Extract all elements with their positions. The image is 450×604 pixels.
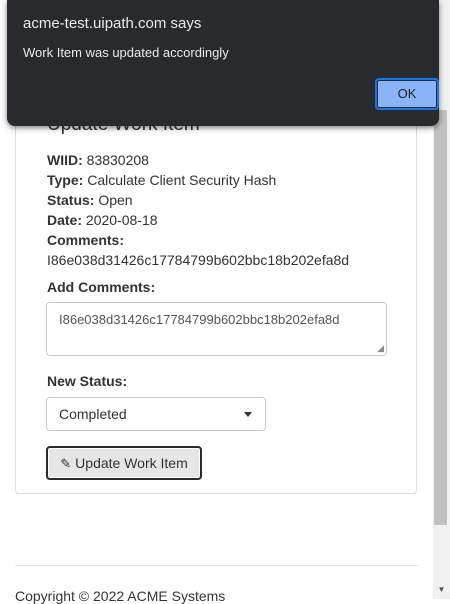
new-status-select[interactable]: Completed <box>46 397 266 431</box>
dialog-message: Work Item was updated accordingly <box>23 45 229 60</box>
add-comments-textarea[interactable]: I86e038d31426c17784799b602bbc18b202efa8d… <box>46 302 387 356</box>
alert-dialog: acme-test.uipath.com says Work Item was … <box>7 0 439 126</box>
status-value: Open <box>98 192 133 208</box>
type-label: Type: <box>47 172 84 188</box>
pencil-icon: ✎ <box>60 456 72 471</box>
update-work-item-button[interactable]: ✎ Update Work Item <box>46 446 202 480</box>
new-status-label: New Status: <box>47 373 128 389</box>
dialog-title: acme-test.uipath.com says <box>23 15 202 32</box>
scroll-down-arrow-icon[interactable]: ▼ <box>433 583 450 597</box>
add-comments-label: Add Comments: <box>47 279 156 295</box>
date-label: Date: <box>47 212 83 228</box>
footer-copyright: Copyright © 2022 ACME Systems <box>15 588 226 604</box>
add-comments-value: I86e038d31426c17784799b602bbc18b202efa8d <box>59 312 340 327</box>
work-item-details: WIID: 83830208 Type: Calculate Client Se… <box>47 150 349 270</box>
comments-label: Comments: <box>47 232 125 248</box>
type-value: Calculate Client Security Hash <box>87 172 277 188</box>
comments-value: I86e038d31426c17784799b602bbc18b202efa8d <box>47 252 350 268</box>
ok-button[interactable]: OK <box>375 78 439 110</box>
chevron-down-icon <box>244 412 252 417</box>
wiid-label: WIID: <box>47 152 83 168</box>
wiid-value: 83830208 <box>86 152 149 168</box>
footer-divider <box>15 565 419 566</box>
date-value: 2020-08-18 <box>85 212 158 228</box>
new-status-value: Completed <box>59 406 127 422</box>
scrollbar-thumb[interactable] <box>434 110 447 525</box>
update-work-item-card: Update Work Item WIID: 83830208 Type: Ca… <box>15 100 417 494</box>
resize-grip-icon[interactable]: ◢ <box>377 344 384 353</box>
status-label: Status: <box>47 192 95 208</box>
update-work-item-button-label: Update Work Item <box>75 455 188 471</box>
